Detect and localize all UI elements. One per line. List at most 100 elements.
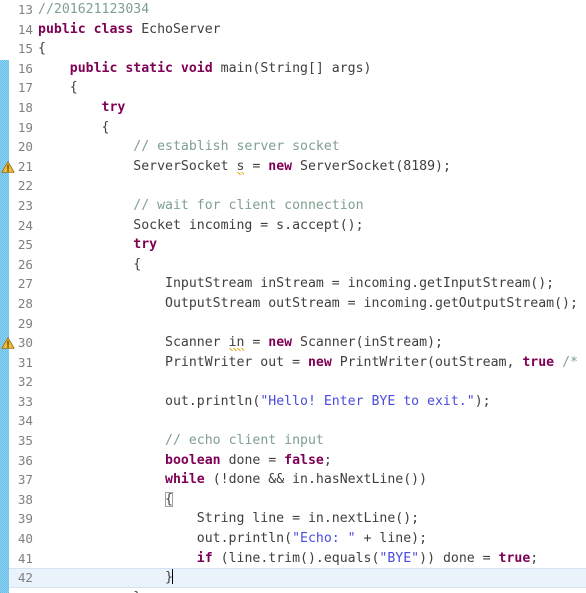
token-pln: InputStream inStream = incoming.getInput… [38,276,555,292]
code-line[interactable]: 27 InputStream inStream = incoming.getIn… [0,274,586,294]
token-pln [38,492,165,507]
code-line[interactable]: 38 { [0,490,586,510]
code-line[interactable]: 22 [0,176,586,196]
code-line[interactable]: 40 out.println("Echo: " + line); [0,529,586,549]
token-kw: while [165,472,205,488]
code-text[interactable]: Scanner in = new Scanner(inStream); [38,333,586,353]
token-pln: Scanner(inStream); [292,335,443,351]
code-text[interactable] [38,314,586,334]
code-text[interactable]: { [38,39,586,59]
token-pln [554,355,562,370]
token-kw: new [268,158,293,174]
code-text[interactable] [38,176,586,196]
code-text[interactable] [38,411,586,431]
token-pln: Socket incoming = s.accept(); [38,217,364,233]
code-text[interactable]: // establish server socket [38,137,586,157]
code-line[interactable]: 32 [0,372,586,392]
code-line[interactable]: 34 [0,411,586,431]
code-text[interactable]: { [38,118,586,138]
warning-icon[interactable] [1,160,15,174]
code-text[interactable]: out.println("Hello! Enter BYE to exit.")… [38,392,586,412]
code-text[interactable] [38,372,586,392]
code-line[interactable]: 42 } [0,568,586,588]
token-pln [38,570,165,585]
token-pln [38,100,102,115]
changed-lines-indicator [0,59,9,593]
code-text[interactable]: while (!done && in.hasNextLine()) [38,470,586,490]
code-text[interactable]: // wait for client connection [38,196,586,216]
code-line[interactable]: 20 // establish server socket [0,137,586,157]
token-str: "Echo: " [292,531,356,547]
code-text[interactable]: out.println("Echo: " + line); [38,529,586,549]
code-text[interactable]: } [38,588,586,593]
code-text[interactable]: if (line.trim().equals("BYE")) done = tr… [38,549,586,569]
code-line[interactable]: 16 public static void main(String[] args… [0,59,586,79]
code-line[interactable]: 19 { [0,118,586,138]
token-kw: new [268,335,293,351]
code-text[interactable]: // echo client input [38,431,586,451]
token-pln: PrintWriter out = [38,354,308,370]
code-text[interactable]: } [38,568,586,588]
token-kw: try [133,237,158,253]
code-line[interactable]: 15 { [0,39,586,59]
code-line[interactable]: 23 // wait for client connection [0,196,586,216]
token-pln: OutputStream outStream = incoming.getOut… [38,295,578,311]
token-kw: true [498,550,531,566]
code-text[interactable]: Socket incoming = s.accept(); [38,216,586,236]
code-line[interactable]: 37 while (!done && in.hasNextLine()) [0,470,586,490]
code-line[interactable]: 43 } [0,588,586,593]
code-text[interactable]: OutputStream outStream = incoming.getOut… [38,294,586,314]
code-line[interactable]: 41 if (line.trim().equals("BYE")) done =… [0,549,586,569]
code-line[interactable]: 39 String line = in.nextLine(); [0,509,586,529]
code-text[interactable]: ServerSocket s = new ServerSocket(8189); [38,157,586,177]
gutter-warning-icon[interactable] [1,160,15,174]
code-text[interactable]: public class EchoServer [38,20,586,40]
token-pln: { [38,80,78,96]
gutter-warning-icon[interactable] [1,336,15,350]
code-line[interactable]: 14 public class EchoServer [0,20,586,40]
token-pln: out.println( [38,393,261,409]
code-line[interactable]: 26 { [0,255,586,275]
warning-icon[interactable] [1,336,15,350]
token-kw: new [307,354,332,370]
code-line[interactable]: 18 try [0,98,586,118]
line-number: 15 [17,41,33,57]
code-text[interactable]: InputStream inStream = incoming.getInput… [38,274,586,294]
token-pln [38,198,133,213]
code-editor[interactable]: 13 //201621123034 14 public class EchoServe… [0,0,586,593]
code-text[interactable]: //201621123034 [38,0,586,20]
code-text[interactable]: public static void main(String[] args) [38,59,586,79]
token-pln [38,472,165,487]
code-text[interactable]: String line = in.nextLine(); [38,509,586,529]
token-pln: done = [220,452,285,468]
code-line[interactable]: 35 // echo client input [0,431,586,451]
code-text[interactable]: { [38,490,586,510]
token-pln: = [244,158,269,174]
code-text[interactable]: PrintWriter out = new PrintWriter(outStr… [38,353,586,373]
token-cmt: // establish server socket [133,139,340,155]
token-pln: ); [474,393,491,409]
code-text[interactable]: try [38,235,586,255]
token-pln: String line = in.nextLine(); [38,511,420,527]
code-line[interactable]: 29 [0,314,586,334]
token-pln: { [38,256,142,272]
code-line[interactable]: 28 OutputStream outStream = incoming.get… [0,294,586,314]
token-pln: ; [323,452,332,468]
token-cmt: //201621123034 [38,2,150,17]
code-line[interactable]: 21 ServerSocket s = new ServerSocket(818… [0,157,586,177]
code-line[interactable]: 17 { [0,78,586,98]
code-lines-container[interactable]: 13 //201621123034 14 public class EchoServe… [0,0,586,593]
code-line[interactable]: 31 PrintWriter out = new PrintWriter(out… [0,353,586,373]
token-pln [38,61,70,76]
code-text[interactable]: { [38,255,586,275]
code-line[interactable]: 30 Scanner in = new Scanner(inStream); [0,333,586,353]
code-text[interactable]: boolean done = false; [38,451,586,471]
code-line[interactable]: 36 boolean done = false; [0,451,586,471]
code-line[interactable]: 25 try [0,235,586,255]
text-cursor [172,569,173,585]
code-text[interactable]: { [38,78,586,98]
code-line[interactable]: 24 Socket incoming = s.accept(); [0,216,586,236]
code-line[interactable]: 33 out.println("Hello! Enter BYE to exit… [0,392,586,412]
code-line[interactable]: 13 //201621123034 [0,0,586,20]
code-text[interactable]: try [38,98,586,118]
